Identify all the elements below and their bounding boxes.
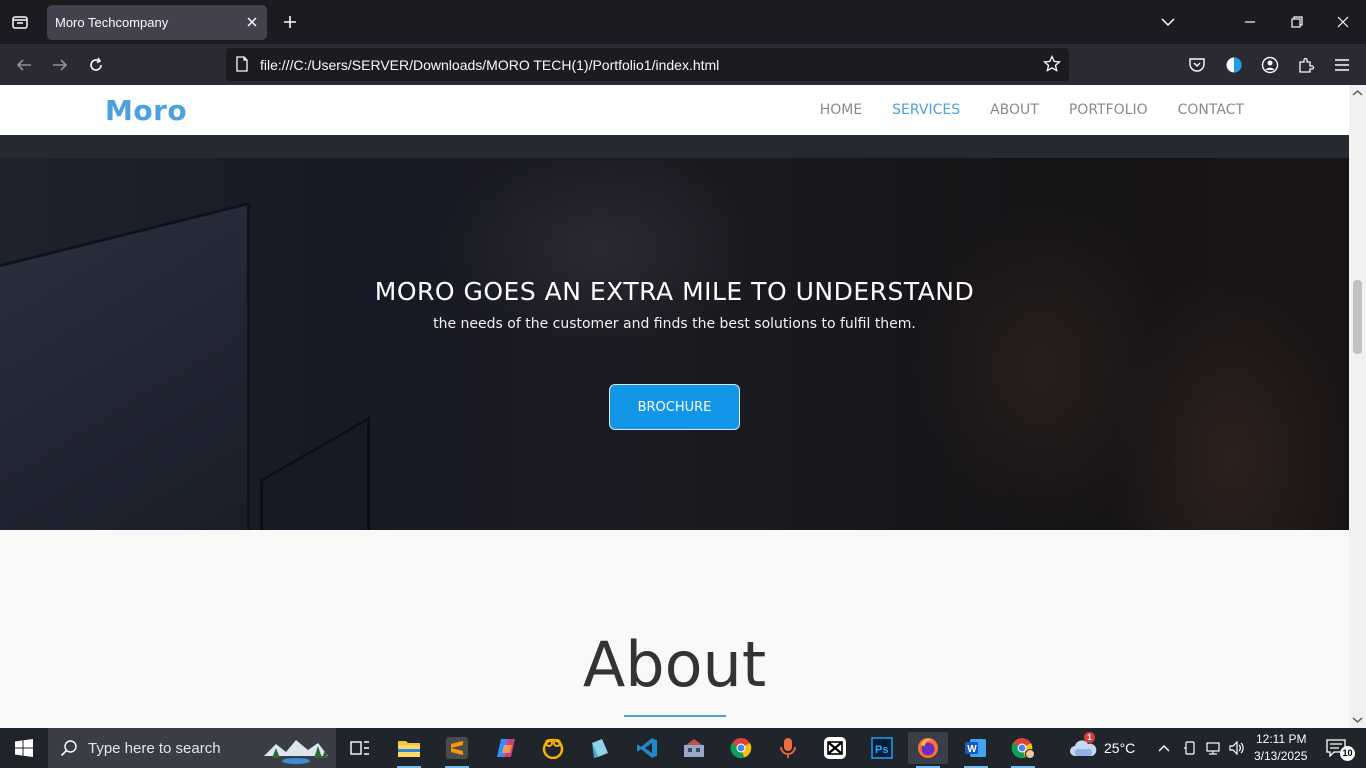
app-icon[interactable]: [580, 732, 620, 764]
window-close-icon[interactable]: [1331, 10, 1355, 34]
brochure-button[interactable]: BROCHURE: [609, 384, 740, 430]
page-scrollbar[interactable]: [1349, 85, 1366, 728]
forward-arrow-icon[interactable]: [47, 52, 73, 78]
tab-title: Moro Techcompany: [55, 15, 169, 30]
close-icon[interactable]: [243, 13, 261, 31]
star-icon[interactable]: [1042, 54, 1062, 73]
webpage: Moro HOME SERVICES ABOUT PORTFOLIO CONTA…: [0, 85, 1349, 728]
hero-title: MORO GOES AN EXTRA MILE TO UNDERSTAND: [374, 277, 975, 306]
scroll-thumb[interactable]: [1353, 280, 1362, 354]
task-view-icon[interactable]: [340, 732, 380, 764]
file-explorer-icon[interactable]: [389, 732, 429, 768]
new-tab-icon[interactable]: [279, 11, 301, 33]
tab-list-icon[interactable]: [8, 10, 32, 34]
capcut-icon[interactable]: [815, 732, 855, 764]
scroll-up-icon[interactable]: [1352, 88, 1363, 99]
svg-text:W: W: [967, 744, 977, 755]
reload-icon[interactable]: [83, 52, 109, 78]
paint-icon[interactable]: [533, 732, 573, 764]
about-divider: [624, 715, 726, 717]
notification-count: 10: [1340, 746, 1355, 761]
clock-time[interactable]: 12:11 PM: [1256, 732, 1306, 746]
page-icon[interactable]: [234, 56, 250, 72]
header-strip: [0, 135, 1349, 158]
taskbar: Type here to search Ps W 1 25°C 12:11 PM…: [0, 728, 1366, 768]
nav-link-contact[interactable]: CONTACT: [1178, 102, 1244, 118]
account-icon[interactable]: [1257, 52, 1283, 78]
hero-overlay: [0, 158, 1349, 530]
chrome-icon[interactable]: [721, 732, 761, 764]
navigation-toolbar: file:///C:/Users/SERVER/Downloads/MORO T…: [0, 44, 1366, 85]
minimize-icon[interactable]: [1238, 10, 1262, 34]
clock-date[interactable]: 3/13/2025: [1254, 749, 1307, 763]
hero-section: MORO GOES AN EXTRA MILE TO UNDERSTAND th…: [0, 158, 1349, 530]
menu-icon[interactable]: [1329, 52, 1355, 78]
hero-subtitle: the needs of the customer and finds the …: [433, 316, 916, 332]
taskbar-search[interactable]: Type here to search: [48, 728, 336, 768]
weather-temperature[interactable]: 25°C: [1104, 740, 1135, 756]
firefox-icon[interactable]: [908, 732, 948, 768]
chevron-up-icon[interactable]: [1153, 732, 1175, 764]
extension-theme-icon[interactable]: [1221, 52, 1247, 78]
nav-link-about[interactable]: ABOUT: [990, 102, 1039, 118]
microphone-icon[interactable]: [768, 732, 808, 764]
weather-cloud-icon[interactable]: 1: [1065, 732, 1101, 764]
svg-text:Ps: Ps: [875, 744, 888, 756]
vscode-icon[interactable]: [627, 732, 667, 764]
weather-badge: 1: [1084, 732, 1095, 743]
search-placeholder: Type here to search: [88, 739, 221, 757]
scroll-down-icon[interactable]: [1352, 714, 1363, 725]
word-icon[interactable]: W: [956, 732, 996, 768]
back-arrow-icon[interactable]: [11, 52, 37, 78]
search-icon: [60, 740, 77, 757]
volume-icon[interactable]: [1226, 732, 1248, 764]
device-icon[interactable]: [1179, 732, 1201, 764]
site-nav: HOME SERVICES ABOUT PORTFOLIO CONTACT: [790, 102, 1244, 118]
url-text[interactable]: file:///C:/Users/SERVER/Downloads/MORO T…: [260, 57, 719, 73]
nav-link-home[interactable]: HOME: [820, 102, 862, 118]
brand-logo[interactable]: Moro: [105, 94, 187, 127]
chevron-down-icon[interactable]: [1156, 10, 1180, 34]
address-bar[interactable]: file:///C:/Users/SERVER/Downloads/MORO T…: [226, 48, 1069, 81]
extensions-icon[interactable]: [1293, 52, 1319, 78]
nav-link-services[interactable]: SERVICES: [892, 102, 960, 118]
nav-link-portfolio[interactable]: PORTFOLIO: [1069, 102, 1148, 118]
tab-bar: Moro Techcompany: [0, 0, 1366, 44]
site-header: Moro HOME SERVICES ABOUT PORTFOLIO CONTA…: [0, 85, 1349, 135]
app-icon[interactable]: [674, 732, 714, 764]
photoshop-icon[interactable]: Ps: [862, 732, 902, 764]
pocket-icon[interactable]: [1184, 52, 1210, 78]
restore-icon[interactable]: [1285, 10, 1309, 34]
about-title: About: [582, 628, 767, 701]
browser-tab[interactable]: Moro Techcompany: [47, 5, 267, 40]
network-icon[interactable]: [1202, 732, 1224, 764]
copilot-icon[interactable]: [486, 732, 526, 764]
sublime-text-icon[interactable]: [437, 732, 477, 768]
notifications-icon[interactable]: 10: [1318, 732, 1355, 764]
search-highlight-icon: [264, 740, 328, 764]
windows-start-icon[interactable]: [0, 728, 48, 768]
chrome-profile-icon[interactable]: [1003, 732, 1043, 768]
